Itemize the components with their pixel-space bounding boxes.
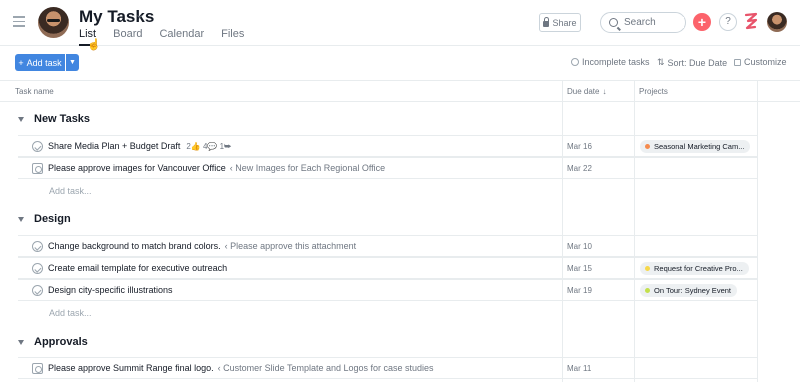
section-header[interactable]: Approvals bbox=[18, 336, 88, 348]
project-name: On Tour: Sydney Event bbox=[654, 286, 731, 295]
section-header[interactable]: New Tasks bbox=[18, 113, 90, 125]
view-tabs: List Board Calendar Files bbox=[79, 28, 261, 46]
search-icon bbox=[609, 18, 618, 27]
due-date[interactable]: Mar 16 bbox=[567, 142, 592, 151]
column-header-task-name[interactable]: Task name bbox=[0, 80, 562, 102]
column-header-due-date[interactable]: Due date ↓ bbox=[562, 80, 634, 102]
task-name[interactable]: Create email template for executive outr… bbox=[48, 263, 227, 273]
column-header-spacer bbox=[757, 80, 800, 102]
user-avatar bbox=[38, 7, 69, 38]
customize-label: Customize bbox=[744, 57, 787, 67]
arrow-down-icon: ↓ bbox=[602, 86, 607, 96]
task-row[interactable]: Share Media Plan + Budget Draft 2👍 4💬 1⮩ … bbox=[18, 135, 757, 157]
task-title: Design city-specific illustrations bbox=[48, 285, 173, 295]
check-circle-icon[interactable] bbox=[32, 241, 43, 252]
column-divider bbox=[562, 80, 563, 382]
add-task-label: Add task bbox=[26, 57, 62, 68]
search-input[interactable] bbox=[624, 17, 684, 28]
section-title: Approvals bbox=[34, 336, 88, 348]
add-task-link[interactable]: Add task... bbox=[49, 308, 92, 318]
due-date[interactable]: Mar 22 bbox=[567, 164, 592, 173]
quick-add-button[interactable]: + bbox=[693, 13, 711, 31]
add-task-dropdown-button[interactable]: ▼ bbox=[66, 54, 79, 71]
sort-icon: ⇅ bbox=[657, 57, 665, 67]
task-title: Please approve Summit Range final logo. bbox=[48, 363, 214, 373]
check-circle-icon bbox=[571, 58, 579, 66]
projects-header-label: Projects bbox=[639, 86, 668, 96]
task-title: Please approve images for Vancouver Offi… bbox=[48, 163, 226, 173]
task-name[interactable]: Design city-specific illustrations bbox=[48, 285, 173, 295]
customize-button[interactable]: Customize bbox=[734, 57, 787, 67]
task-title: Change background to match brand colors. bbox=[48, 241, 221, 251]
add-task-link[interactable]: Add task... bbox=[49, 186, 92, 196]
plus-icon: + bbox=[18, 57, 24, 68]
section-title: Design bbox=[34, 213, 71, 225]
lock-icon bbox=[543, 16, 550, 27]
approval-icon[interactable] bbox=[32, 363, 43, 374]
app-logo-icon[interactable] bbox=[744, 12, 758, 32]
add-task-button[interactable]: + Add task bbox=[15, 54, 65, 71]
column-header-projects[interactable]: Projects bbox=[634, 80, 757, 102]
tab-calendar[interactable]: Calendar bbox=[159, 28, 204, 46]
task-row[interactable]: Design city-specific illustrations Mar 1… bbox=[18, 279, 757, 301]
project-color-dot bbox=[645, 144, 650, 149]
task-name-header-label: Task name bbox=[15, 86, 54, 96]
incomplete-tasks-filter[interactable]: Incomplete tasks bbox=[571, 57, 650, 67]
tab-board[interactable]: Board bbox=[113, 28, 142, 46]
approval-icon[interactable] bbox=[32, 163, 43, 174]
task-name[interactable]: Change background to match brand colors.… bbox=[48, 241, 356, 251]
collapse-triangle-icon[interactable] bbox=[18, 216, 24, 222]
top-bar: My Tasks ⌄ List Board Calendar Files ☝ S… bbox=[0, 0, 800, 51]
sort-label: Sort: Due Date bbox=[667, 57, 728, 68]
check-circle-icon[interactable] bbox=[32, 285, 43, 296]
due-date[interactable]: Mar 19 bbox=[567, 286, 592, 295]
sort-button[interactable]: ⇅ Sort: Due Date bbox=[657, 57, 727, 68]
parent-task-link[interactable]: ‹ Customer Slide Template and Logos for … bbox=[218, 363, 434, 373]
task-title: Create email template for executive outr… bbox=[48, 263, 228, 273]
project-color-dot bbox=[645, 266, 650, 271]
task-row[interactable]: Please approve Summit Range final logo. ‹… bbox=[18, 357, 757, 379]
share-button[interactable]: Share bbox=[539, 13, 581, 32]
account-avatar[interactable] bbox=[767, 12, 787, 32]
check-circle-icon[interactable] bbox=[32, 141, 43, 152]
pointer-cursor-icon: ☝ bbox=[87, 39, 101, 51]
project-name: Seasonal Marketing Cam... bbox=[654, 142, 745, 151]
collapse-triangle-icon[interactable] bbox=[18, 339, 24, 345]
project-name: Request for Creative Pro... bbox=[654, 264, 743, 273]
hamburger-menu-icon[interactable] bbox=[13, 16, 25, 27]
project-tag[interactable]: On Tour: Sydney Event bbox=[640, 284, 737, 297]
column-divider bbox=[757, 80, 758, 382]
due-date[interactable]: Mar 15 bbox=[567, 264, 592, 273]
task-name[interactable]: Please approve images for Vancouver Offi… bbox=[48, 163, 385, 173]
project-tag[interactable]: Request for Creative Pro... bbox=[640, 262, 749, 275]
share-label: Share bbox=[552, 17, 577, 28]
check-circle-icon[interactable] bbox=[32, 263, 43, 274]
incomplete-label: Incomplete tasks bbox=[582, 57, 650, 67]
task-title: Share Media Plan + Budget Draft bbox=[48, 141, 181, 151]
grid-icon bbox=[734, 58, 741, 66]
help-button[interactable]: ? bbox=[719, 13, 737, 31]
task-meta: 2👍 4💬 1⮩ bbox=[186, 142, 232, 151]
parent-task-link[interactable]: ‹ Please approve this attachment bbox=[225, 241, 357, 251]
task-name[interactable]: Share Media Plan + Budget Draft 2👍 4💬 1⮩ bbox=[48, 141, 231, 152]
section-title: New Tasks bbox=[34, 113, 91, 125]
task-row[interactable]: Change background to match brand colors.… bbox=[18, 235, 757, 257]
section-header[interactable]: Design bbox=[18, 213, 71, 225]
parent-task-link[interactable]: ‹ New Images for Each Regional Office bbox=[230, 163, 385, 173]
due-date[interactable]: Mar 10 bbox=[567, 242, 592, 251]
due-date[interactable]: Mar 11 bbox=[567, 364, 591, 373]
search-box[interactable] bbox=[600, 12, 686, 33]
project-tag[interactable]: Seasonal Marketing Cam... bbox=[640, 140, 751, 153]
task-row[interactable]: Create email template for executive outr… bbox=[18, 257, 757, 279]
task-row[interactable]: Please approve images for Vancouver Offi… bbox=[18, 157, 757, 179]
due-date-header-label: Due date bbox=[567, 86, 600, 96]
collapse-triangle-icon[interactable] bbox=[18, 116, 24, 122]
chevron-down-icon[interactable]: ⌄ bbox=[135, 8, 144, 21]
tab-files[interactable]: Files bbox=[221, 28, 244, 46]
column-divider bbox=[634, 80, 635, 382]
task-name[interactable]: Please approve Summit Range final logo. ‹… bbox=[48, 363, 434, 373]
project-color-dot bbox=[645, 288, 650, 293]
